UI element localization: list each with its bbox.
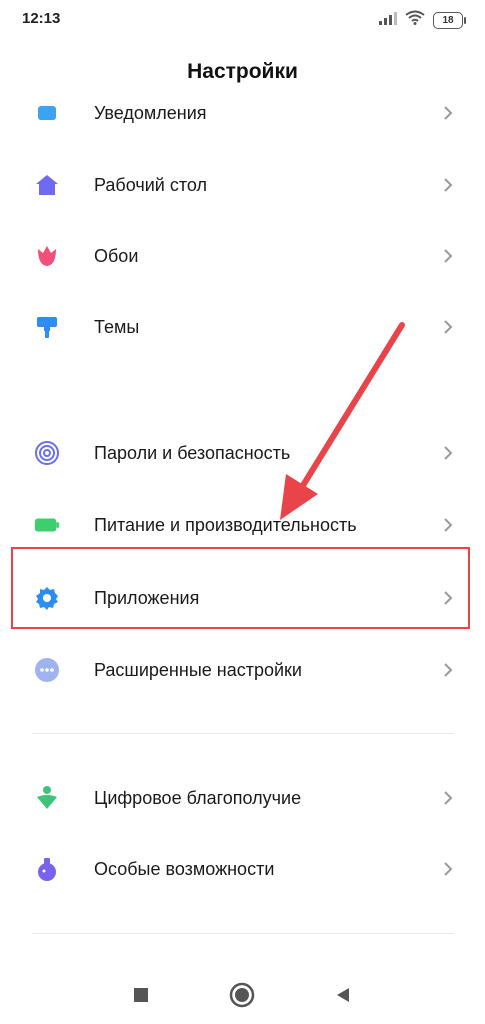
more-dots-icon [34,657,60,683]
settings-item-digital-wellbeing[interactable]: Цифровое благополучие [0,768,485,828]
settings-item-label: Цифровое благополучие [94,787,302,808]
settings-item-label: Рабочий стол [94,174,207,195]
wifi-icon [405,10,425,30]
settings-item-desktop[interactable]: Рабочий стол [0,155,485,215]
chevron-right-icon [438,660,458,680]
settings-item-label: Пароли и безопасность [94,442,291,463]
paint-roller-icon [34,314,60,340]
settings-item-themes[interactable]: Темы [0,297,485,357]
settings-item-passwords-security[interactable]: Пароли и безопасность [0,423,485,483]
chevron-right-icon [438,859,458,879]
settings-list: Уведомления Рабочий стол Обои Темы Парол… [0,0,485,1024]
settings-item-label: Расширенные настройки [94,659,302,680]
settings-item-label: Особые возможности [94,858,275,879]
battery-icon: 18 [433,11,466,29]
section-divider [32,733,454,734]
chevron-right-icon [438,443,458,463]
signal-icon [379,11,397,30]
square-icon [134,988,148,1002]
settings-item-advanced[interactable]: Расширенные настройки [0,640,485,700]
status-icons: 18 [379,10,466,30]
settings-item-label: Приложения [94,587,200,608]
flask-icon [34,856,60,882]
chevron-right-icon [438,588,458,608]
settings-item-label: Обои [94,245,139,266]
settings-item-apps[interactable]: Приложения [0,568,485,628]
wellbeing-icon [34,785,60,811]
tulip-icon [34,243,60,269]
settings-item-label: Питание и производительность [94,514,357,535]
fingerprint-icon [34,440,60,466]
settings-item-battery-performance[interactable]: Питание и производительность [0,495,485,555]
notifications-icon [34,100,60,126]
settings-item-accessibility[interactable]: Особые возможности [0,839,485,899]
settings-item-notifications[interactable]: Уведомления [0,83,485,143]
battery-icon [34,512,60,538]
home-button[interactable] [229,982,255,1008]
chevron-right-icon [438,515,458,535]
settings-item-wallpaper[interactable]: Обои [0,226,485,286]
home-icon [34,172,60,198]
status-bar: 12:13 18 [0,0,485,40]
circle-icon [229,982,255,1008]
section-divider [32,933,454,934]
back-button[interactable] [330,982,356,1008]
chevron-right-icon [438,788,458,808]
settings-item-label: Уведомления [94,102,207,123]
gear-icon [34,585,60,611]
page-title: Настройки [187,60,298,83]
chevron-right-icon [438,317,458,337]
chevron-right-icon [438,175,458,195]
back-triangle-icon [337,988,349,1002]
status-time: 12:13 [22,10,61,27]
settings-item-label: Темы [94,316,140,337]
navigation-bar [0,966,485,1024]
recents-button[interactable] [128,982,154,1008]
chevron-right-icon [438,246,458,266]
chevron-right-icon [438,103,458,123]
